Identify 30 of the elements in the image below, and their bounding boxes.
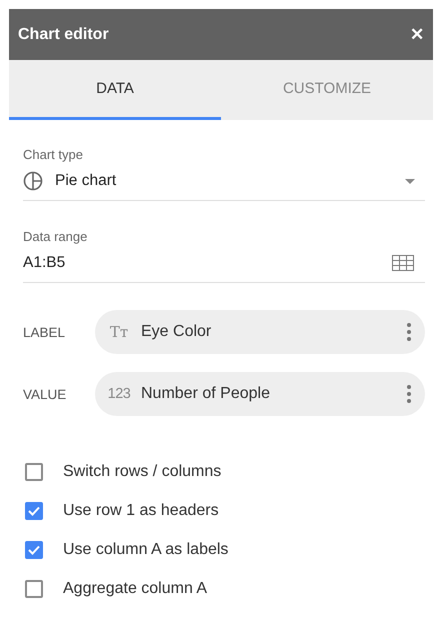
checkbox-label: Use row 1 as headers <box>63 502 219 520</box>
series-role-label: LABEL <box>23 324 66 340</box>
type-glyph: 123 <box>106 386 132 402</box>
checkbox-label: Use column A as labels <box>63 540 228 558</box>
more-options-icon[interactable] <box>407 323 411 341</box>
checkbox[interactable] <box>25 502 43 520</box>
series-name: Eye Color <box>141 323 212 341</box>
checkmark-icon <box>28 544 40 554</box>
tab[interactable]: DATA <box>9 60 221 120</box>
field-label: Data range <box>23 229 88 244</box>
window-title: Chart editor <box>18 26 109 44</box>
grid-icon[interactable] <box>392 255 414 271</box>
field-label: Chart type <box>23 147 84 162</box>
more-options-icon[interactable] <box>407 385 411 403</box>
checkbox-label: Switch rows / columns <box>63 462 222 480</box>
checkbox[interactable] <box>25 580 43 598</box>
checkmark-icon <box>28 506 40 516</box>
close-button[interactable]: ✕ <box>410 24 424 45</box>
type-glyph: Tт <box>108 323 130 341</box>
checkbox[interactable] <box>25 462 43 480</box>
checkbox-label: Aggregate column A <box>63 580 208 598</box>
dropdown-arrow-icon <box>405 178 415 184</box>
series-role-label: VALUE <box>23 386 68 402</box>
chart-type-dropdown[interactable]: Pie chart <box>23 162 425 201</box>
checkbox[interactable] <box>25 540 43 558</box>
series-name: Number of People <box>141 385 271 403</box>
series-chip[interactable]: 123 Number of People <box>95 372 425 416</box>
pie-icon <box>23 171 43 191</box>
data-range-field[interactable]: A1:B5 <box>23 244 425 283</box>
series-chip[interactable]: Tт Eye Color <box>95 310 425 354</box>
